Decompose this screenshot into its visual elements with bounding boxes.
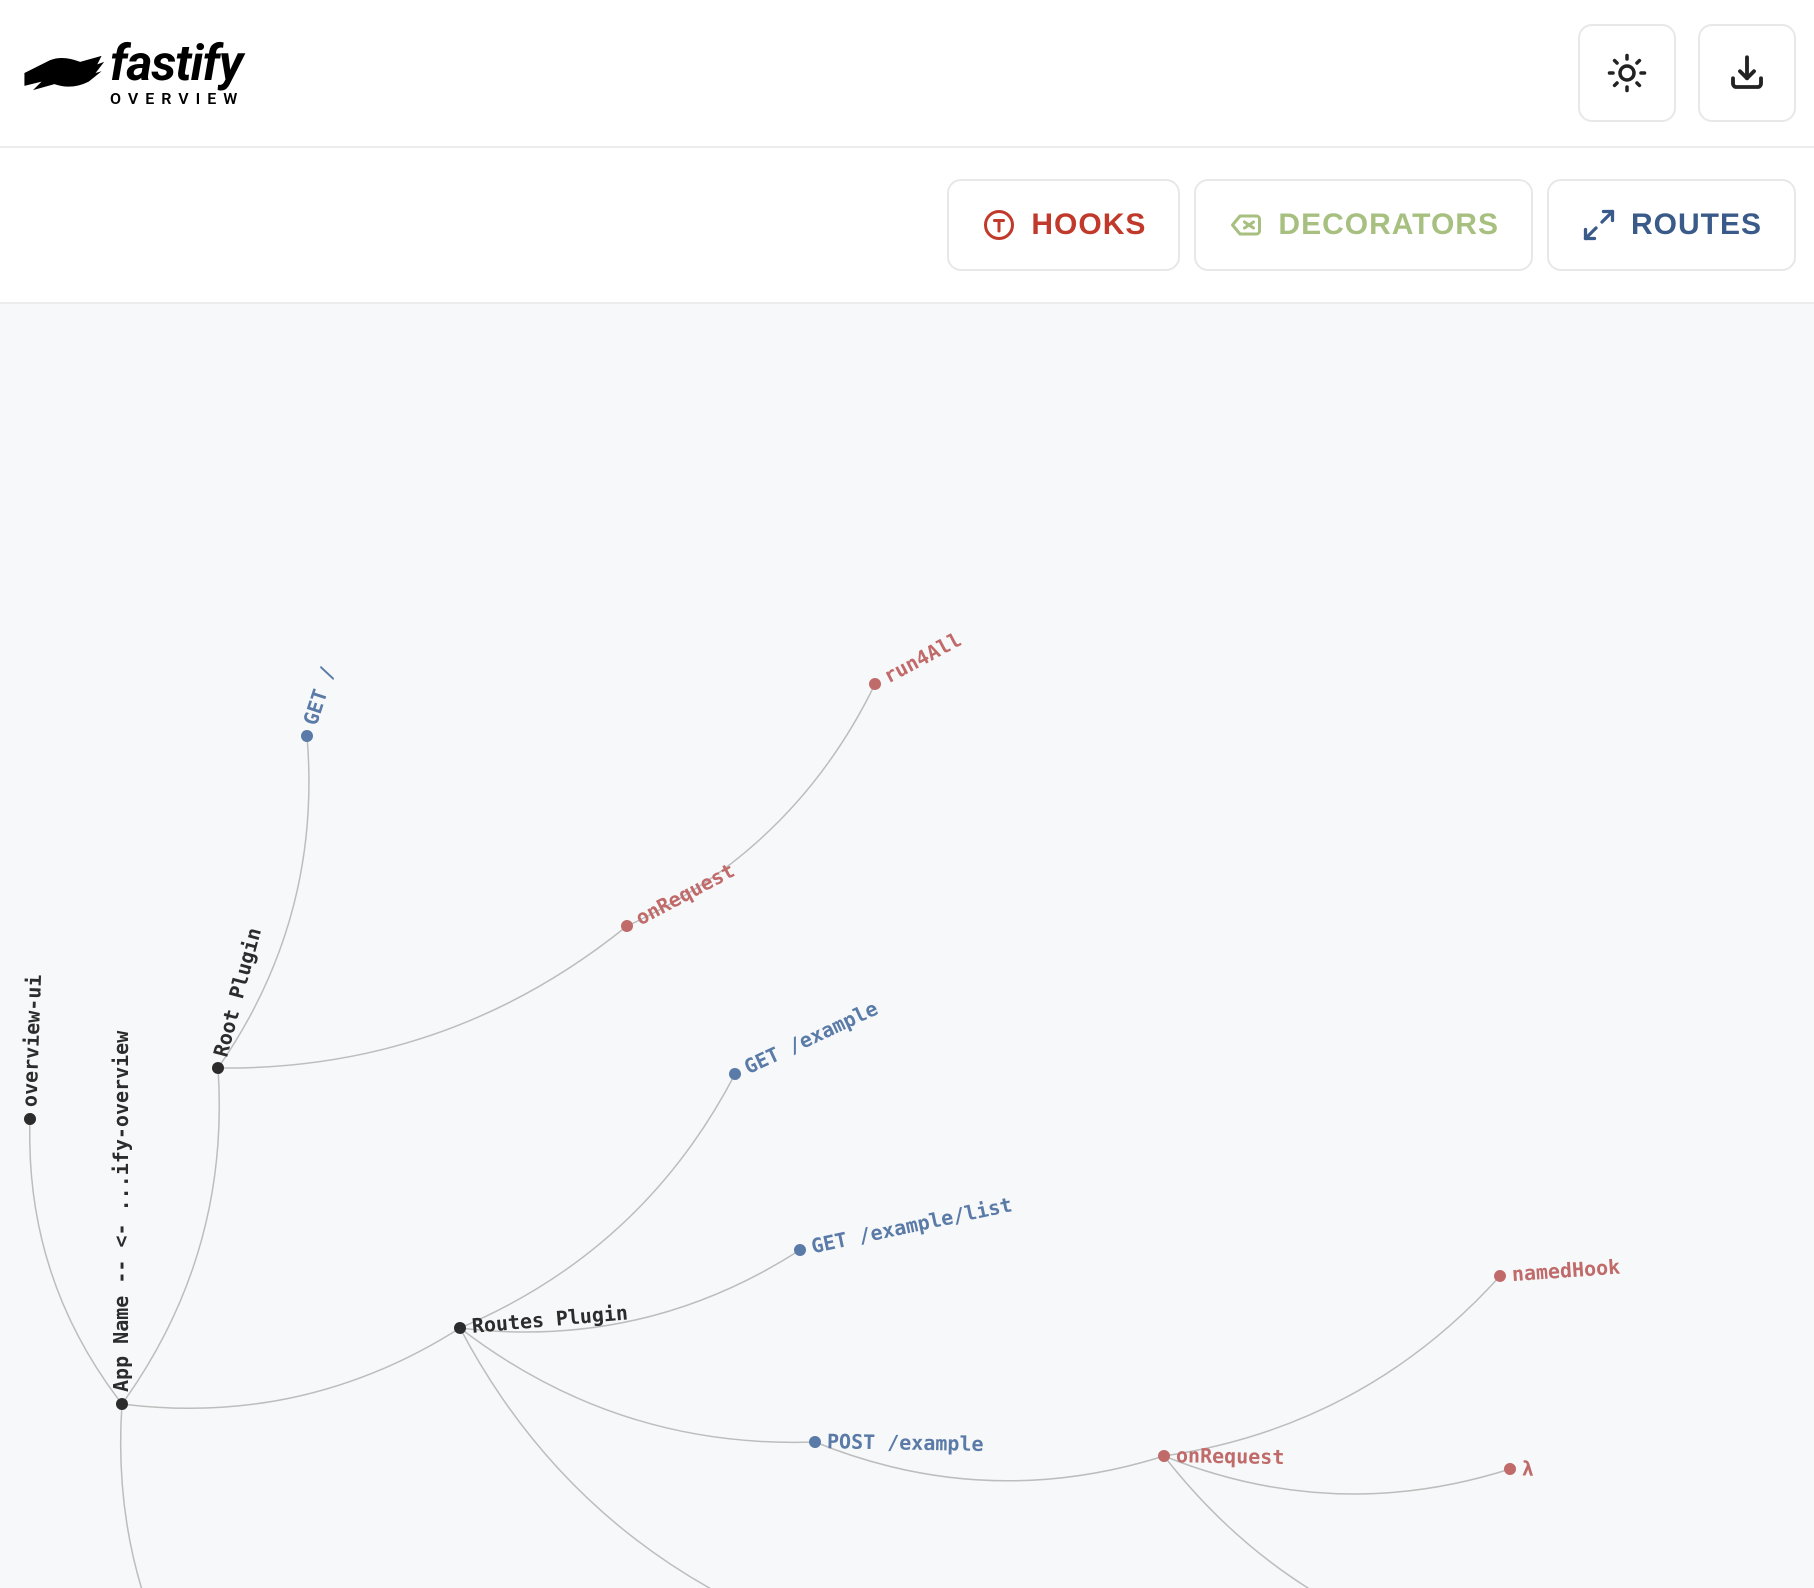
node-dot xyxy=(299,728,314,743)
graph-node-get-example-list[interactable]: GET /example/list xyxy=(791,1192,1014,1262)
header-actions xyxy=(1578,24,1796,122)
graph-edge xyxy=(460,1328,783,1588)
graph-node-lambda[interactable]: λ xyxy=(1504,1456,1535,1481)
filter-hooks-label: HOOKS xyxy=(1031,208,1146,242)
node-label: App Name -- <- ...ify-overview xyxy=(109,1030,133,1392)
theme-toggle-button[interactable] xyxy=(1578,24,1676,122)
logo-text-sub: OVERVIEW xyxy=(110,91,248,107)
graph-svg: overview-ui App Name -- <- ...ify-overvie… xyxy=(0,304,1814,1588)
graph-node-on-request-root[interactable]: onRequest xyxy=(616,858,739,939)
graph-edge xyxy=(460,1074,735,1328)
node-label: overview-ui xyxy=(17,974,46,1107)
fastify-logo-icon xyxy=(18,43,108,103)
node-label: run4All xyxy=(879,627,965,688)
backspace-x-icon xyxy=(1228,207,1264,243)
node-label: GET / xyxy=(298,663,339,728)
node-dot xyxy=(24,1113,36,1125)
node-label: POST /example xyxy=(827,1429,984,1456)
filter-decorators-label: DECORATORS xyxy=(1278,208,1499,242)
node-label: Routes Plugin xyxy=(471,1300,629,1338)
graph-edge xyxy=(218,926,627,1068)
node-label: GET /example xyxy=(740,996,881,1079)
node-label: onRequest xyxy=(1176,1443,1285,1469)
graph-edge xyxy=(1164,1276,1500,1456)
filter-hooks-button[interactable]: HOOKS xyxy=(947,179,1180,271)
graph-node-get-root[interactable]: GET / xyxy=(293,663,340,745)
header: fastify OVERVIEW xyxy=(0,0,1814,148)
graph-node-named-hook[interactable]: namedHook xyxy=(1493,1255,1621,1288)
node-dot xyxy=(619,918,635,934)
graph-edge xyxy=(460,1328,815,1442)
graph-node-root-plugin[interactable]: Root Plugin xyxy=(204,925,266,1077)
graph-node-overview-ui[interactable]: overview-ui xyxy=(17,974,46,1125)
graph-node-routes-plugin[interactable]: Routes Plugin xyxy=(453,1300,629,1339)
circle-t-icon xyxy=(981,207,1017,243)
logo: fastify OVERVIEW xyxy=(18,39,248,107)
graph-node-run4all[interactable]: run4All xyxy=(864,627,966,696)
node-dot xyxy=(1504,1463,1516,1475)
graph-edge xyxy=(121,1404,218,1588)
graph-node-app-name[interactable]: App Name -- <- ...ify-overview xyxy=(109,1030,133,1410)
logo-text-main: fastify xyxy=(110,39,248,89)
graph-edge xyxy=(627,684,875,926)
graph-edge xyxy=(122,1328,460,1408)
node-dot xyxy=(867,676,883,692)
graph-node-get-example[interactable]: GET /example xyxy=(724,996,881,1086)
node-dot xyxy=(793,1243,807,1257)
node-label: onRequest xyxy=(631,858,738,930)
node-dot xyxy=(453,1321,466,1334)
node-label: λ xyxy=(1522,1456,1535,1480)
download-icon xyxy=(1726,52,1768,94)
node-dot xyxy=(116,1398,128,1410)
graph-node-post-example[interactable]: POST /example xyxy=(809,1429,984,1456)
logo-text: fastify OVERVIEW xyxy=(110,39,248,107)
graph-node-on-request-post[interactable]: onRequest xyxy=(1158,1443,1285,1469)
sun-icon xyxy=(1606,52,1648,94)
node-dot xyxy=(211,1061,226,1076)
graph-canvas[interactable]: overview-ui App Name -- <- ...ify-overvie… xyxy=(0,304,1814,1588)
filter-routes-label: ROUTES xyxy=(1631,208,1762,242)
filter-routes-button[interactable]: ROUTES xyxy=(1547,179,1796,271)
filter-decorators-button[interactable]: DECORATORS xyxy=(1194,179,1533,271)
node-label: GET /example/list xyxy=(809,1192,1014,1258)
download-button[interactable] xyxy=(1698,24,1796,122)
expand-icon xyxy=(1581,207,1617,243)
graph-edge xyxy=(1164,1456,1490,1588)
graph-edge xyxy=(122,1068,219,1404)
node-dot xyxy=(727,1066,743,1082)
node-dot xyxy=(809,1436,821,1448)
node-label: namedHook xyxy=(1511,1255,1621,1287)
filter-bar: HOOKS DECORATORS ROUTES xyxy=(0,148,1814,304)
